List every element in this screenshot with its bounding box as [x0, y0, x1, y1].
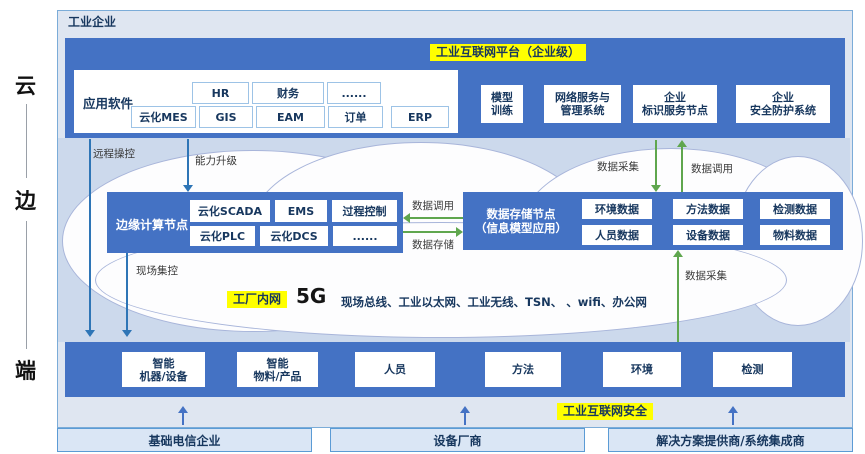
edge-box-more: ...... — [333, 226, 397, 246]
vendor-box-equipment: 设备厂商 — [330, 428, 585, 452]
module-identifier-node: 企业 标识服务节点 — [633, 85, 717, 123]
data-call-top-arrow — [677, 140, 687, 192]
data-store-mid-arrow — [403, 227, 463, 237]
data-call-top-label: 数据调用 — [691, 161, 733, 176]
storage-box-env-data: 环境数据 — [582, 199, 652, 219]
remote-control-label: 远程操控 — [93, 146, 135, 161]
data-collect-top-label: 数据采集 — [597, 159, 639, 174]
app-box-finance: 财务 — [252, 82, 324, 104]
5g-label: 5G — [296, 284, 326, 308]
network-types-label: 现场总线、工业以太网、工业无线、TSN、 、wifi、办公网 — [341, 294, 647, 310]
data-call-mid-arrow — [403, 213, 463, 223]
field-control-label: 现场集控 — [136, 263, 178, 278]
app-box-gis: GIS — [199, 106, 253, 128]
app-box-hr: HR — [192, 82, 249, 104]
edge-computing-node: 边缘计算节点 云化SCADA EMS 过程控制 云化PLC 云化DCS ....… — [107, 192, 403, 253]
data-storage-node: 数据存储节点 （信息模型应用） 环境数据 方法数据 检测数据 人员数据 设备数据… — [463, 192, 843, 250]
storage-node-label: 数据存储节点 （信息模型应用） — [475, 207, 567, 235]
edge-box-cloud-scada: 云化SCADA — [190, 200, 270, 222]
app-software-label: 应用软件 — [83, 93, 133, 112]
data-collect-bottom-arrow — [673, 250, 683, 342]
app-box-more: ...... — [327, 82, 381, 104]
device-box-personnel: 人员 — [355, 352, 435, 387]
capability-upgrade-label: 能力升级 — [195, 153, 237, 168]
field-control-arrow — [122, 253, 132, 337]
app-software-box: 应用软件 HR 财务 ...... 云化MES GIS EAM 订单 ERP — [74, 70, 458, 133]
rail-label-end: 端 — [15, 355, 36, 385]
vendor-box-solution: 解决方案提供商/系统集成商 — [608, 428, 853, 452]
equipment-vendor-arrow — [460, 406, 470, 425]
module-security-system: 企业 安全防护系统 — [736, 85, 830, 123]
rail-label-cloud: 云 — [15, 70, 36, 100]
rail-connector-line — [26, 104, 27, 178]
device-box-smart-machine: 智能 机器/设备 — [122, 352, 205, 387]
data-store-mid-label: 数据存储 — [403, 237, 463, 252]
device-layer-bar: 智能 机器/设备 智能 物料/产品 人员 方法 环境 检测 — [65, 342, 845, 397]
vendor-box-telecom: 基础电信企业 — [57, 428, 312, 452]
industrial-internet-security-label: 工业互联网安全 — [557, 403, 653, 420]
module-network-service: 网络服务与 管理系统 — [544, 85, 621, 123]
edge-box-process-control: 过程控制 — [332, 200, 397, 222]
app-box-erp: ERP — [391, 106, 449, 128]
data-collect-top-arrow — [651, 140, 661, 192]
device-box-smart-material: 智能 物料/产品 — [237, 352, 318, 387]
storage-box-material-data: 物料数据 — [760, 225, 830, 245]
edge-box-cloud-plc: 云化PLC — [190, 226, 255, 246]
app-box-eam: EAM — [256, 106, 325, 128]
enterprise-title: 工业企业 — [68, 13, 116, 30]
device-box-method: 方法 — [485, 352, 561, 387]
rail-label-edge: 边 — [15, 185, 36, 215]
edge-node-label: 边缘计算节点 — [116, 216, 188, 233]
app-box-order: 订单 — [328, 106, 383, 128]
solution-vendor-arrow — [728, 406, 738, 425]
telecom-vendor-arrow — [178, 406, 188, 425]
capability-upgrade-arrow — [183, 139, 193, 192]
platform-title-label: 工业互联网平台（企业级） — [430, 44, 586, 61]
industrial-internet-architecture-diagram: 云 边 端 工业企业 工业互联网平台（企业级） 应用软件 HR 财务 .....… — [0, 0, 865, 454]
storage-box-person-data: 人员数据 — [582, 225, 652, 245]
factory-intranet-label: 工厂内网 — [227, 291, 287, 308]
device-box-environment: 环境 — [603, 352, 681, 387]
device-box-testing: 检测 — [713, 352, 792, 387]
app-box-cloud-mes: 云化MES — [131, 106, 196, 128]
module-model-training: 模型 训练 — [481, 85, 523, 123]
storage-box-method-data: 方法数据 — [673, 199, 743, 219]
edge-box-cloud-dcs: 云化DCS — [260, 226, 328, 246]
storage-box-device-data: 设备数据 — [673, 225, 743, 245]
edge-box-ems: EMS — [275, 200, 327, 222]
data-collect-bottom-label: 数据采集 — [685, 268, 727, 283]
rail-connector-line — [26, 221, 27, 349]
data-call-mid-label: 数据调用 — [403, 198, 463, 213]
remote-control-arrow — [85, 139, 95, 337]
storage-box-test-data: 检测数据 — [760, 199, 830, 219]
